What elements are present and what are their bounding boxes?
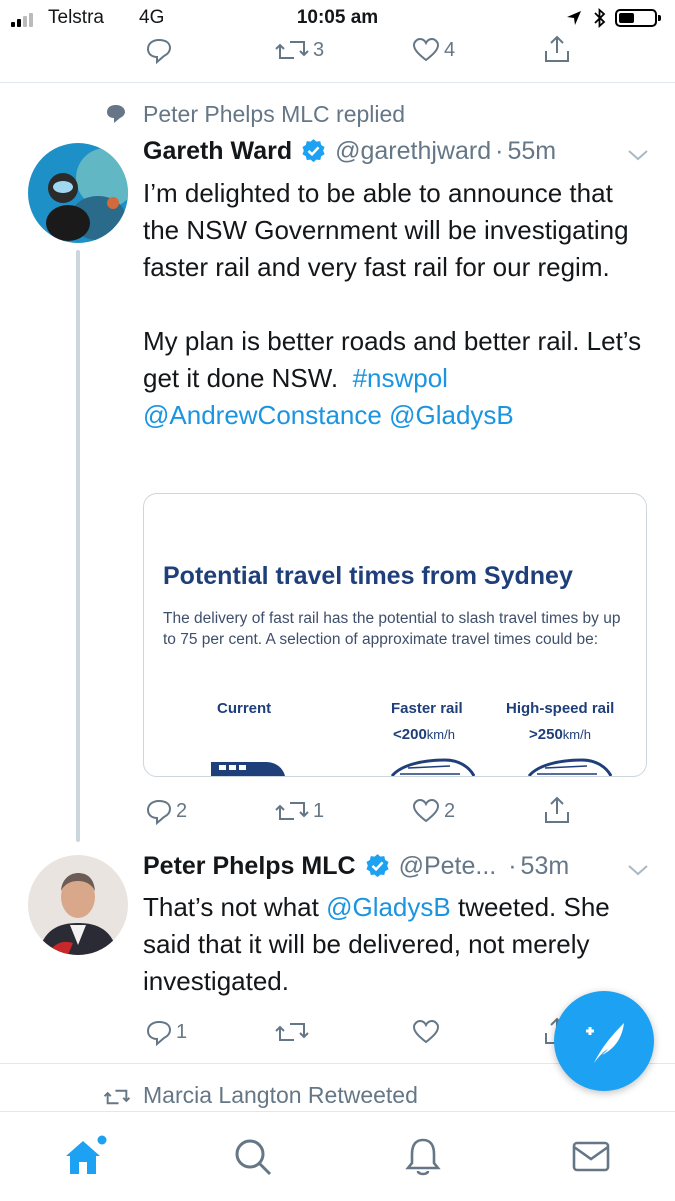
like-button[interactable]: [411, 1018, 441, 1046]
compose-tweet-button[interactable]: [554, 991, 654, 1091]
context-label: Peter Phelps MLC replied: [143, 101, 406, 127]
share-icon: [545, 35, 569, 62]
like-count: 4: [444, 38, 456, 61]
hashtag-link[interactable]: #nswpol: [353, 363, 448, 393]
compose-quill-icon: [586, 1023, 624, 1063]
mention-link[interactable]: @GladysB: [389, 400, 514, 430]
high-speed: >250km/h: [529, 726, 591, 743]
display-name[interactable]: Peter Phelps MLC: [143, 852, 356, 881]
thread-connector: [76, 250, 80, 842]
reply-button[interactable]: 2: [145, 797, 187, 825]
reply-button[interactable]: 1: [145, 1018, 187, 1046]
avatar[interactable]: [28, 855, 128, 955]
verified-badge-icon: [366, 854, 389, 878]
avatar[interactable]: [28, 143, 128, 243]
tab-notifications[interactable]: [378, 1112, 468, 1201]
home-icon: [66, 1135, 107, 1174]
tweet-text-part: That’s not what: [143, 892, 319, 922]
reply-icon: [146, 799, 172, 825]
battery-icon: [615, 9, 661, 27]
retweet-button[interactable]: 1: [274, 797, 324, 825]
reply-context-icon: [107, 105, 125, 123]
location-arrow-icon: [567, 11, 581, 25]
faster-speed: <200km/h: [393, 726, 455, 743]
verified-badge-icon: [302, 139, 325, 163]
status-bar: Telstra 4G 10:05 am: [0, 0, 675, 36]
train-icon: [211, 762, 285, 776]
reply-icon: [146, 38, 172, 64]
tweet-divider: [0, 82, 675, 83]
card-column-current: Current: [217, 700, 272, 717]
card-column-faster: Faster rail: [391, 700, 463, 717]
tweet-paragraph: My plan is better roads and better rail.…: [143, 323, 653, 434]
notifications-icon: [405, 1138, 441, 1175]
retweet-count: 1: [313, 799, 325, 822]
timestamp: 55m: [507, 137, 557, 165]
mention-link[interactable]: @AndrewConstance: [143, 400, 382, 430]
reply-icon: [146, 1020, 172, 1046]
chevron-down-icon[interactable]: [626, 862, 650, 878]
tweet-header: Peter Phelps MLC @Pete... · 53m: [143, 852, 569, 881]
heart-icon: [412, 37, 440, 62]
tweet-header: Gareth Ward @garethjward · 55m: [143, 137, 556, 166]
tweet-text: That’s not what @GladysB tweeted. She sa…: [143, 889, 653, 1000]
like-count: 2: [444, 799, 456, 822]
chevron-down-icon[interactable]: [626, 147, 650, 163]
like-button[interactable]: 2: [411, 797, 455, 825]
heart-icon: [412, 1019, 440, 1044]
tweet-paragraph: I’m delighted to be able to announce tha…: [143, 178, 629, 282]
tweet-text: I’m delighted to be able to announce tha…: [143, 175, 653, 434]
share-icon: [545, 796, 569, 823]
retweet-count: 3: [313, 38, 325, 61]
retweet-icon: [275, 802, 309, 820]
high-speed-train-icon: [527, 758, 612, 776]
card-column-high-speed: High-speed rail: [506, 700, 615, 717]
separator: ·: [495, 137, 504, 165]
messages-icon: [572, 1141, 610, 1171]
bluetooth-icon: [594, 8, 606, 28]
heart-icon: [412, 798, 440, 823]
handle[interactable]: @garethjward: [335, 137, 491, 166]
media-card[interactable]: Potential travel times from Sydney The d…: [143, 493, 647, 777]
retweet-icon: [275, 1023, 309, 1041]
prev-retweet-button[interactable]: 3: [274, 36, 324, 64]
tab-messages[interactable]: [546, 1112, 636, 1201]
retweet-button[interactable]: [274, 1018, 310, 1046]
avatar-image: [28, 855, 128, 955]
timestamp: 53m: [520, 852, 570, 880]
reply-count: 2: [176, 799, 188, 822]
tab-home[interactable]: [40, 1112, 130, 1201]
bottom-tab-bar: [0, 1111, 675, 1201]
tab-search[interactable]: [208, 1112, 298, 1201]
handle[interactable]: @Pete...: [399, 852, 497, 881]
avatar-image: [28, 143, 128, 243]
tweet-paragraph: That’s not what @GladysB tweeted. She sa…: [143, 889, 653, 1000]
context-label: Marcia Langton Retweeted: [143, 1082, 418, 1108]
retweet-icon: [275, 41, 309, 59]
search-icon: [235, 1139, 272, 1175]
reply-count: 1: [176, 1020, 188, 1043]
prev-like-button[interactable]: 4: [411, 36, 455, 64]
mention-link[interactable]: @GladysB: [326, 892, 451, 922]
retweet-context-icon: [103, 1089, 131, 1105]
card-body: The delivery of fast rail has the potent…: [163, 610, 621, 648]
fast-train-icon: [390, 758, 475, 776]
share-button[interactable]: [542, 795, 572, 825]
prev-reply-button[interactable]: [145, 36, 173, 64]
prev-share-button[interactable]: [542, 34, 572, 64]
display-name[interactable]: Gareth Ward: [143, 137, 292, 166]
separator: ·: [508, 852, 517, 880]
card-title: Potential travel times from Sydney: [163, 562, 573, 590]
